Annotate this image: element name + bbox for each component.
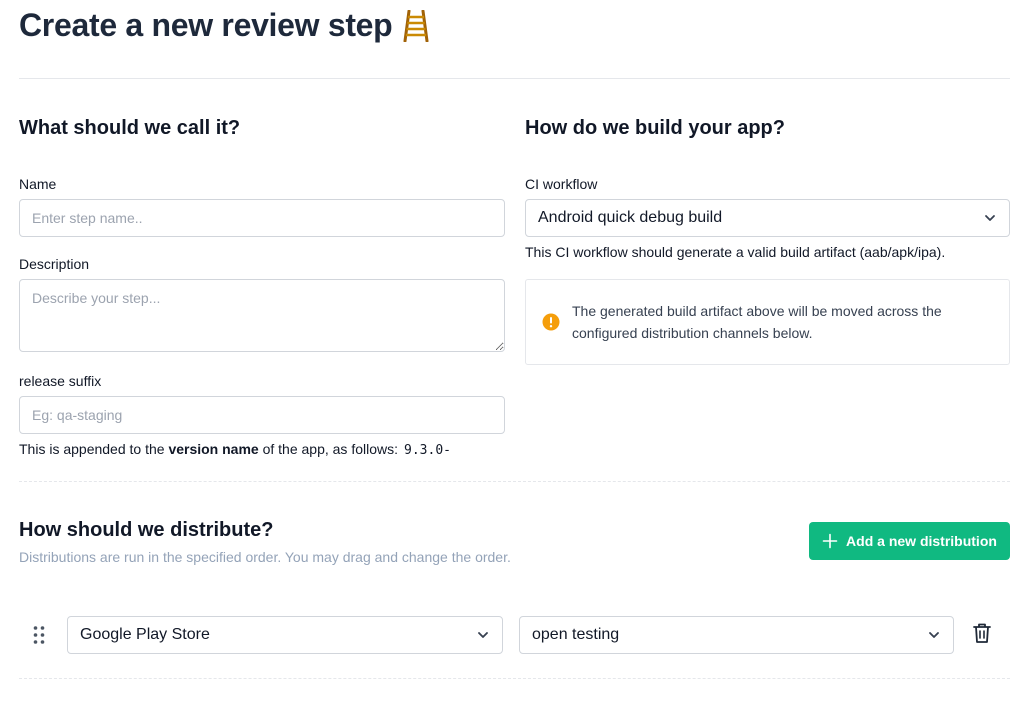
drag-handle-icon[interactable] xyxy=(32,625,46,645)
suffix-label: release suffix xyxy=(19,373,102,389)
suffix-example: 9.3.0- xyxy=(404,443,451,458)
suffix-help-suffix: of the app, as follows: xyxy=(258,441,399,457)
add-distribution-label: Add a new distribution xyxy=(846,533,997,549)
suffix-help-bold: version name xyxy=(168,441,259,457)
suffix-help-prefix: This is appended to the xyxy=(19,441,169,457)
description-label: Description xyxy=(19,256,90,272)
add-distribution-button[interactable]: Add a new distribution xyxy=(809,522,1010,560)
distribution-track-select[interactable]: open testing xyxy=(519,616,954,654)
chevron-down-icon xyxy=(929,632,939,638)
warning-circle-icon xyxy=(542,313,560,331)
distribution-channel-selected: Google Play Store xyxy=(80,626,210,643)
build-heading: How do we build your app? xyxy=(525,117,785,139)
chevron-down-icon xyxy=(478,632,488,638)
header-divider xyxy=(19,78,1010,79)
release-suffix-input[interactable] xyxy=(19,396,505,434)
trash-icon[interactable] xyxy=(972,622,992,644)
name-input[interactable] xyxy=(19,199,505,237)
page-title-text: Create a new review step xyxy=(19,7,393,43)
naming-heading: What should we call it? xyxy=(19,117,241,139)
distribution-heading: How should we distribute? xyxy=(19,519,274,541)
ci-workflow-selected: Android quick debug build xyxy=(538,209,723,226)
distribution-row-divider xyxy=(19,678,1010,679)
name-label: Name xyxy=(19,176,57,192)
ci-workflow-label: CI workflow xyxy=(525,176,598,192)
section-divider xyxy=(19,481,1010,482)
plus-icon xyxy=(822,533,838,549)
distribution-subtext: Distributions are run in the specified o… xyxy=(19,549,511,565)
page-title: Create a new review step xyxy=(19,7,430,44)
description-textarea[interactable] xyxy=(19,279,505,352)
build-artifact-info-text: The generated build artifact above will … xyxy=(572,303,942,341)
ci-workflow-help: This CI workflow should generate a valid… xyxy=(525,244,946,260)
suffix-help: This is appended to the version name of … xyxy=(19,441,451,458)
distribution-track-selected: open testing xyxy=(532,626,620,643)
ci-workflow-select[interactable]: Android quick debug build xyxy=(525,199,1010,237)
ladder-icon xyxy=(403,9,429,42)
chevron-down-icon xyxy=(985,215,995,221)
build-artifact-info-box: The generated build artifact above will … xyxy=(525,279,1010,365)
distribution-channel-select[interactable]: Google Play Store xyxy=(67,616,503,654)
